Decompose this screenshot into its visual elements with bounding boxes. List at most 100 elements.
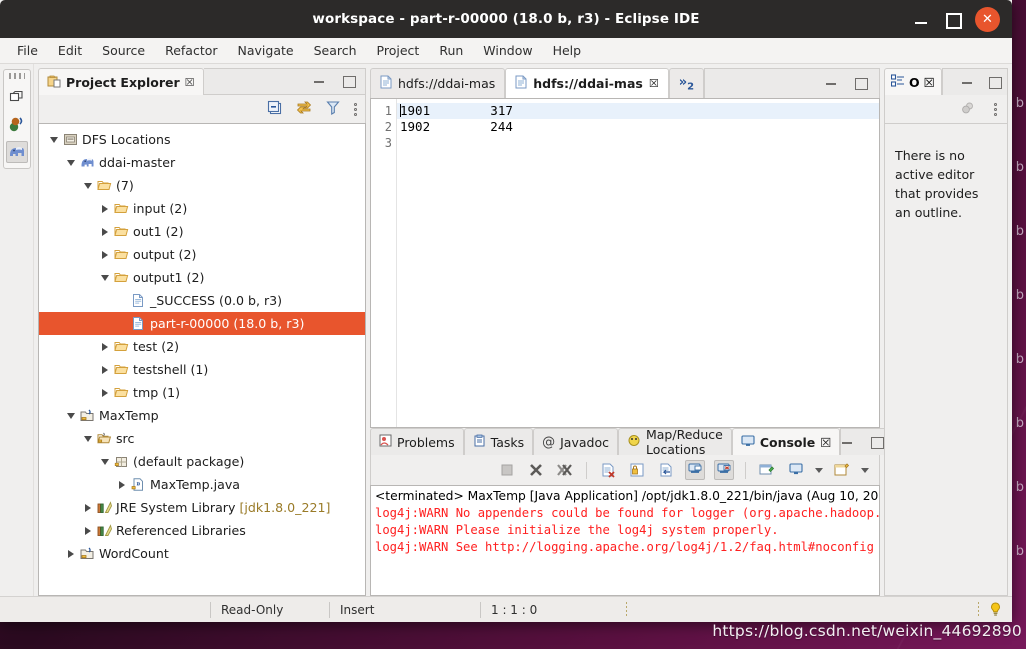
open-console-dropdown-icon[interactable] [861,468,869,473]
tree-item[interactable]: JRE System Library [jdk1.8.0_221] [39,496,365,519]
twisty-collapsed-icon[interactable] [98,366,112,374]
code-line[interactable] [397,135,879,151]
tab-map-reduce-locations[interactable]: Map/Reduce Locations [618,428,732,455]
menu-run[interactable]: Run [430,40,472,61]
display-selected-console-dropdown-icon[interactable] [815,468,823,473]
twisty-collapsed-icon[interactable] [98,389,112,397]
twisty-collapsed-icon[interactable] [115,481,129,489]
close-icon[interactable]: ☒ [649,77,659,90]
tree-item[interactable]: testshell (1) [39,358,365,381]
outline-minimize-button[interactable] [961,76,974,89]
pin-console-icon[interactable] [757,460,777,480]
tab-problems[interactable]: Problems [370,428,464,455]
open-console-icon[interactable] [832,460,852,480]
tree-item[interactable]: test (2) [39,335,365,358]
console-output[interactable]: <terminated> MaxTemp [Java Application] … [370,485,880,596]
view-minimize-button[interactable] [313,75,326,88]
menu-file[interactable]: File [8,40,47,61]
menu-navigate[interactable]: Navigate [229,40,303,61]
menu-help[interactable]: Help [544,40,591,61]
twisty-collapsed-icon[interactable] [98,343,112,351]
tree-item[interactable]: _SUCCESS (0.0 b, r3) [39,289,365,312]
maximize-button[interactable] [944,11,961,28]
tab-project-explorer[interactable]: Project Explorer ☒ [38,68,204,95]
twisty-expanded-icon[interactable] [64,413,78,419]
close-icon[interactable]: ☒ [185,76,195,89]
view-menu-icon[interactable] [994,103,997,116]
editor-tab-2[interactable]: hdfs://ddai-mas ☒ [505,68,668,98]
collapse-all-icon[interactable] [267,100,282,119]
menu-source[interactable]: Source [93,40,154,61]
terminate-icon[interactable] [497,460,517,480]
code-line[interactable]: 1901 317 [397,103,879,119]
menu-window[interactable]: Window [474,40,541,61]
show-console-on-output-icon[interactable] [685,460,705,480]
tree-item[interactable]: Referenced Libraries [39,519,365,542]
tree-item[interactable]: output (2) [39,243,365,266]
close-icon[interactable]: ☒ [820,435,831,450]
restore-perspective-icon[interactable] [6,85,28,107]
twisty-expanded-icon[interactable] [47,137,61,143]
menu-refactor[interactable]: Refactor [156,40,226,61]
close-button[interactable]: ✕ [975,7,1000,32]
tree-item[interactable]: ddai-master [39,151,365,174]
tree-item[interactable]: MaxTemp [39,404,365,427]
word-wrap-icon[interactable] [656,460,676,480]
twisty-expanded-icon[interactable] [64,160,78,166]
tree-item[interactable]: MaxTemp.java [39,473,365,496]
tree-item[interactable]: input (2) [39,197,365,220]
sort-icon[interactable] [960,100,976,119]
twisty-collapsed-icon[interactable] [81,527,95,535]
show-console-on-error-icon[interactable] [714,460,734,480]
tab-javadoc[interactable]: @ Javadoc [533,428,618,455]
map-reduce-perspective-icon[interactable] [6,141,28,163]
close-icon[interactable]: ☒ [924,75,935,90]
twisty-collapsed-icon[interactable] [81,504,95,512]
tab-outline[interactable]: O ☒ [884,68,942,95]
view-menu-icon[interactable] [354,103,357,116]
view-maximize-button[interactable] [342,75,355,88]
editor-tab-1[interactable]: hdfs://ddai-mas [370,68,505,98]
menu-edit[interactable]: Edit [49,40,91,61]
tree-item[interactable]: (default package) [39,450,365,473]
code-line[interactable]: 1902 244 [397,119,879,135]
display-selected-console-icon[interactable] [786,460,806,480]
editor-maximize-button[interactable] [854,77,867,90]
tree-item[interactable]: part-r-00000 (18.0 b, r3) [39,312,365,335]
tree-item[interactable]: output1 (2) [39,266,365,289]
filter-icon[interactable] [326,100,340,119]
tab-console[interactable]: Console ☒ [732,428,841,455]
editor-minimize-button[interactable] [825,77,838,90]
java-perspective-icon[interactable] [6,113,28,135]
tree-item[interactable]: tmp (1) [39,381,365,404]
editor-tab-overflow[interactable]: »2 [669,68,704,98]
tree-item[interactable]: DFS Locations [39,128,365,151]
console-minimize-button[interactable] [841,436,854,449]
rail-grip[interactable] [9,73,25,79]
twisty-expanded-icon[interactable] [98,459,112,465]
twisty-expanded-icon[interactable] [81,436,95,442]
lightbulb-icon[interactable] [979,601,1012,619]
minimize-button[interactable] [913,11,930,28]
twisty-collapsed-icon[interactable] [98,228,112,236]
menu-search[interactable]: Search [305,40,366,61]
console-maximize-button[interactable] [870,436,883,449]
outline-maximize-button[interactable] [988,76,1001,89]
clear-console-icon[interactable] [598,460,618,480]
project-tree[interactable]: DFS Locationsddai-master(7)input (2)out1… [38,123,366,596]
twisty-collapsed-icon[interactable] [64,550,78,558]
tree-item[interactable]: WordCount [39,542,365,565]
twisty-collapsed-icon[interactable] [98,205,112,213]
tab-tasks[interactable]: Tasks [464,428,534,455]
remove-launch-icon[interactable] [526,460,546,480]
menu-project[interactable]: Project [368,40,429,61]
twisty-expanded-icon[interactable] [98,275,112,281]
code-editor[interactable]: 123 1901 3171902 244 [370,98,880,428]
remove-all-terminated-icon[interactable] [555,460,575,480]
twisty-collapsed-icon[interactable] [98,251,112,259]
tree-item[interactable]: src [39,427,365,450]
twisty-expanded-icon[interactable] [81,183,95,189]
link-with-editor-icon[interactable] [296,100,312,119]
tree-item[interactable]: (7) [39,174,365,197]
code-lines[interactable]: 1901 3171902 244 [397,99,879,427]
